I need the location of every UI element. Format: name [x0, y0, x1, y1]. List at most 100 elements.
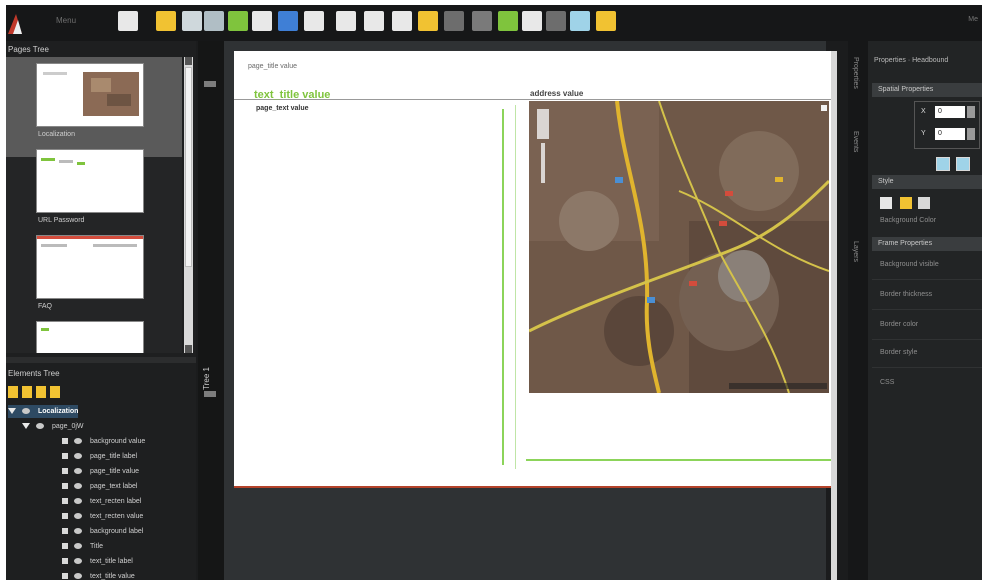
y-stepper[interactable]	[967, 128, 975, 140]
tree-node-element[interactable]: Title	[62, 540, 103, 553]
cut-icon[interactable]	[418, 11, 438, 31]
save-icon[interactable]	[182, 11, 202, 31]
tree-tab-label[interactable]: Tree 1	[202, 367, 211, 390]
toolbar-right-label[interactable]: Me	[968, 16, 978, 23]
visibility-toggle-icon[interactable]	[62, 453, 68, 460]
layers-tab[interactable]: Layers	[852, 241, 859, 262]
visibility-toggle-icon[interactable]	[62, 438, 68, 445]
reset-position-icon[interactable]	[956, 157, 970, 171]
apply-position-icon[interactable]	[936, 157, 950, 171]
tree-node-element[interactable]: text_title value	[62, 570, 135, 580]
scrollbar-thumb[interactable]	[185, 67, 192, 267]
publish-icon[interactable]	[498, 11, 518, 31]
text-title-value[interactable]: text_title value	[254, 89, 330, 101]
style-section[interactable]: Style	[872, 175, 982, 189]
tree-node-element[interactable]: background label	[62, 525, 143, 538]
window-icon[interactable]	[336, 11, 356, 31]
eye-icon[interactable]	[74, 573, 82, 580]
paste-icon[interactable]	[546, 11, 566, 31]
visibility-toggle-icon[interactable]	[62, 528, 68, 535]
x-stepper[interactable]	[967, 106, 975, 118]
copy-icon[interactable]	[444, 11, 464, 31]
border-color-label[interactable]: Border color	[880, 321, 918, 328]
tree-node-element[interactable]: text_title label	[62, 555, 133, 568]
page-preview[interactable]: page_title value text_title value page_t…	[234, 51, 832, 486]
grid-icon[interactable]	[570, 11, 590, 31]
spatial-properties-section[interactable]: Spatial Properties	[872, 83, 982, 97]
y-input[interactable]: 0	[935, 128, 965, 140]
visibility-toggle-icon[interactable]	[62, 483, 68, 490]
eye-icon[interactable]	[74, 438, 82, 445]
tree-node-element[interactable]: text_recten label	[62, 495, 141, 508]
scroll-up-icon[interactable]	[185, 57, 192, 65]
page-text-value[interactable]: page_text value	[256, 105, 309, 112]
brush-icon[interactable]	[918, 197, 930, 209]
tree-node-element[interactable]: page_title value	[62, 465, 139, 478]
edit-icon[interactable]	[156, 11, 176, 31]
tree-tool-icon[interactable]	[8, 386, 18, 398]
tree-node-element[interactable]: page_text label	[62, 480, 137, 493]
brush-icon[interactable]	[596, 11, 616, 31]
tree-tool-icon[interactable]	[36, 386, 46, 398]
page-bottom-border[interactable]	[234, 486, 831, 488]
eye-icon[interactable]	[74, 453, 82, 460]
eye-icon[interactable]	[74, 498, 82, 505]
tree-tool-icon[interactable]	[50, 386, 60, 398]
page-title-value[interactable]: page_title value	[248, 63, 297, 70]
canvas-scrollbar[interactable]	[831, 51, 837, 580]
menu-label[interactable]: Menu	[56, 16, 76, 25]
tree-node-element[interactable]: background value	[62, 435, 145, 448]
eye-icon[interactable]	[74, 528, 82, 535]
address-value[interactable]: address value	[530, 89, 583, 98]
background-visible-label[interactable]: Background visible	[880, 261, 939, 268]
properties-tab[interactable]: Properties	[852, 57, 859, 89]
scroll-down-icon[interactable]	[185, 345, 192, 353]
page-thumbnail-4[interactable]	[36, 321, 144, 353]
eye-icon[interactable]	[22, 408, 30, 415]
visibility-toggle-icon[interactable]	[62, 543, 68, 550]
events-tab[interactable]: Events	[852, 131, 859, 152]
border-style-label[interactable]: Border style	[880, 349, 917, 356]
save-as-icon[interactable]	[204, 11, 224, 31]
page-thumbnail-faq[interactable]	[36, 235, 144, 299]
visibility-toggle-icon[interactable]	[62, 513, 68, 520]
background-color-label[interactable]: Background Color	[880, 217, 936, 224]
x-input[interactable]: 0	[935, 106, 965, 118]
tree-node-root[interactable]: Localization	[8, 405, 79, 418]
pages-tree-scrollbar[interactable]	[184, 57, 193, 353]
window2-icon[interactable]	[364, 11, 384, 31]
eye-icon[interactable]	[74, 558, 82, 565]
collapse-handle[interactable]	[204, 81, 216, 87]
camera-icon[interactable]	[304, 11, 324, 31]
page-thumbnail-localization[interactable]	[36, 63, 144, 127]
refresh-icon[interactable]	[278, 11, 298, 31]
duplicate-icon[interactable]	[522, 11, 542, 31]
fill-bucket-icon[interactable]	[880, 197, 892, 209]
tree-tool-icon[interactable]	[22, 386, 32, 398]
eye-icon[interactable]	[74, 468, 82, 475]
tree-node-element[interactable]: page_title label	[62, 450, 137, 463]
eye-icon[interactable]	[74, 513, 82, 520]
export-icon[interactable]	[228, 11, 248, 31]
frame-properties-section[interactable]: Frame Properties	[872, 237, 982, 251]
eye-icon[interactable]	[74, 483, 82, 490]
eye-icon[interactable]	[74, 543, 82, 550]
visibility-toggle-icon[interactable]	[62, 468, 68, 475]
palette-icon[interactable]	[900, 197, 912, 209]
collapse-handle[interactable]	[204, 391, 216, 397]
css-label[interactable]: CSS	[880, 379, 894, 386]
eye-icon[interactable]	[36, 423, 44, 430]
satellite-map[interactable]	[529, 101, 829, 393]
visibility-toggle-icon[interactable]	[62, 558, 68, 565]
tools-icon[interactable]	[118, 11, 138, 31]
panel-splitter[interactable]	[6, 357, 196, 363]
display-icon[interactable]	[392, 11, 412, 31]
visibility-toggle-icon[interactable]	[62, 573, 68, 580]
expand-icon[interactable]	[8, 408, 16, 415]
new-page-icon[interactable]	[252, 11, 272, 31]
tree-node-element[interactable]: text_recten value	[62, 510, 143, 523]
tree-node-page[interactable]: page_0jW	[22, 420, 84, 433]
border-thickness-label[interactable]: Border thickness	[880, 291, 932, 298]
page-thumbnail-url-password[interactable]	[36, 149, 144, 213]
expand-icon[interactable]	[22, 423, 30, 430]
